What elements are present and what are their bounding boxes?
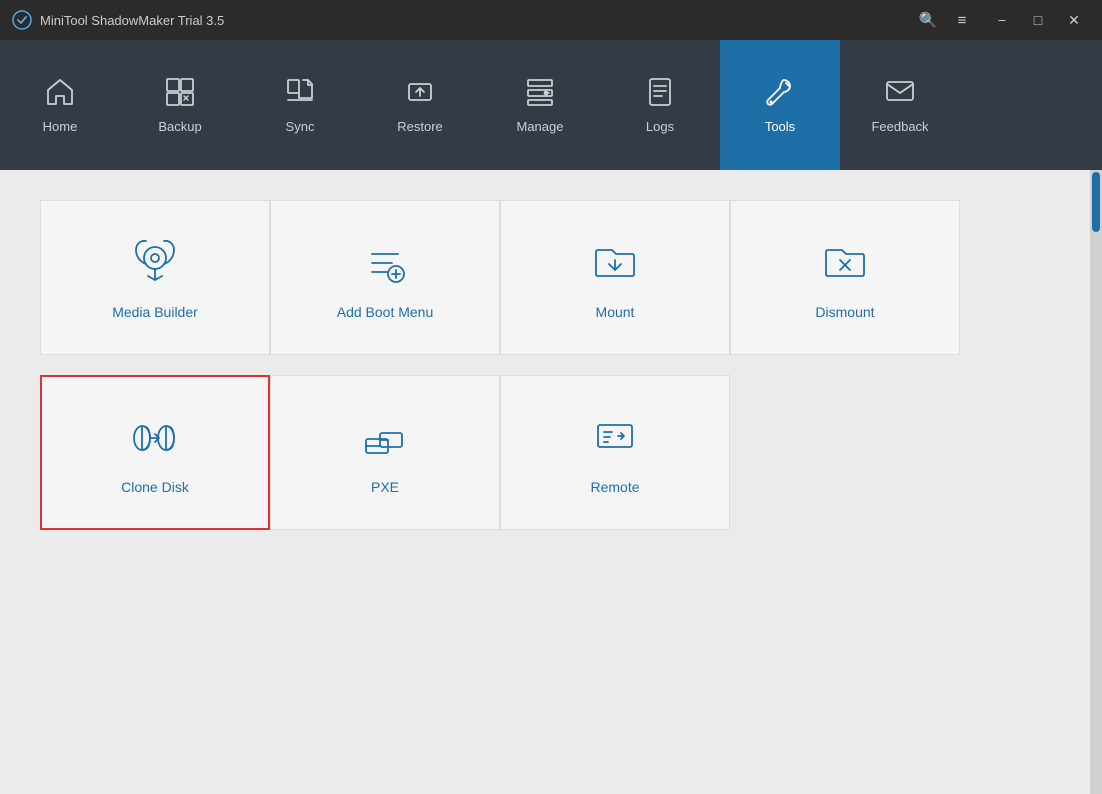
restore-button[interactable]: □ — [1022, 6, 1054, 34]
mount-label: Mount — [596, 304, 635, 320]
title-bar: MiniTool ShadowMaker Trial 3.5 🔍 ≡ − □ ✕ — [0, 0, 1102, 40]
nav-backup[interactable]: Backup — [120, 40, 240, 170]
logs-icon — [644, 76, 676, 113]
nav-feedback[interactable]: Feedback — [840, 40, 960, 170]
nav-feedback-label: Feedback — [871, 119, 928, 134]
menu-icon[interactable]: ≡ — [946, 6, 978, 34]
nav-manage-label: Manage — [517, 119, 564, 134]
add-boot-menu-icon — [358, 236, 412, 290]
nav-logs-label: Logs — [646, 119, 674, 134]
backup-icon — [164, 76, 196, 113]
home-icon — [44, 76, 76, 113]
clone-disk-label: Clone Disk — [121, 479, 189, 495]
media-builder-label: Media Builder — [112, 304, 198, 320]
search-icon[interactable]: 🔍 — [912, 6, 944, 34]
nav-logs[interactable]: Logs — [600, 40, 720, 170]
pxe-icon — [358, 411, 412, 465]
nav-restore[interactable]: Restore — [360, 40, 480, 170]
app-logo-icon — [12, 10, 32, 30]
window-controls: − □ ✕ — [986, 6, 1090, 34]
nav-home[interactable]: Home — [0, 40, 120, 170]
app-title: MiniTool ShadowMaker Trial 3.5 — [40, 13, 912, 28]
nav-sync[interactable]: Sync — [240, 40, 360, 170]
titlebar-icons: 🔍 ≡ — [912, 6, 978, 34]
add-boot-menu-label: Add Boot Menu — [337, 304, 434, 320]
nav-home-label: Home — [43, 119, 78, 134]
tool-add-boot-menu[interactable]: Add Boot Menu — [270, 200, 500, 355]
tools-row1: Media Builder Add Boot Menu — [40, 200, 1062, 355]
media-builder-icon — [128, 236, 182, 290]
tools-icon — [764, 76, 796, 113]
nav-tools[interactable]: Tools — [720, 40, 840, 170]
tool-dismount[interactable]: Dismount — [730, 200, 960, 355]
nav-restore-label: Restore — [397, 119, 443, 134]
remote-icon — [588, 411, 642, 465]
tool-clone-disk[interactable]: Clone Disk — [40, 375, 270, 530]
close-button[interactable]: ✕ — [1058, 6, 1090, 34]
remote-label: Remote — [590, 479, 639, 495]
nav-bar: Home Backup Sync — [0, 40, 1102, 170]
tools-row2: Clone Disk PXE — [40, 375, 1062, 530]
scrollbar-thumb[interactable] — [1092, 172, 1100, 232]
restore-icon — [404, 76, 436, 113]
nav-manage[interactable]: Manage — [480, 40, 600, 170]
dismount-icon — [818, 236, 872, 290]
scrollbar[interactable] — [1090, 170, 1102, 794]
nav-tools-label: Tools — [765, 119, 795, 134]
main-content: Media Builder Add Boot Menu — [0, 170, 1102, 794]
sync-icon — [284, 76, 316, 113]
pxe-label: PXE — [371, 479, 399, 495]
tool-pxe[interactable]: PXE — [270, 375, 500, 530]
minimize-button[interactable]: − — [986, 6, 1018, 34]
feedback-icon — [884, 76, 916, 113]
dismount-label: Dismount — [815, 304, 874, 320]
nav-backup-label: Backup — [158, 119, 201, 134]
manage-icon — [524, 76, 556, 113]
mount-icon — [588, 236, 642, 290]
tool-mount[interactable]: Mount — [500, 200, 730, 355]
tool-remote[interactable]: Remote — [500, 375, 730, 530]
nav-sync-label: Sync — [286, 119, 315, 134]
tool-media-builder[interactable]: Media Builder — [40, 200, 270, 355]
clone-disk-icon — [128, 411, 182, 465]
